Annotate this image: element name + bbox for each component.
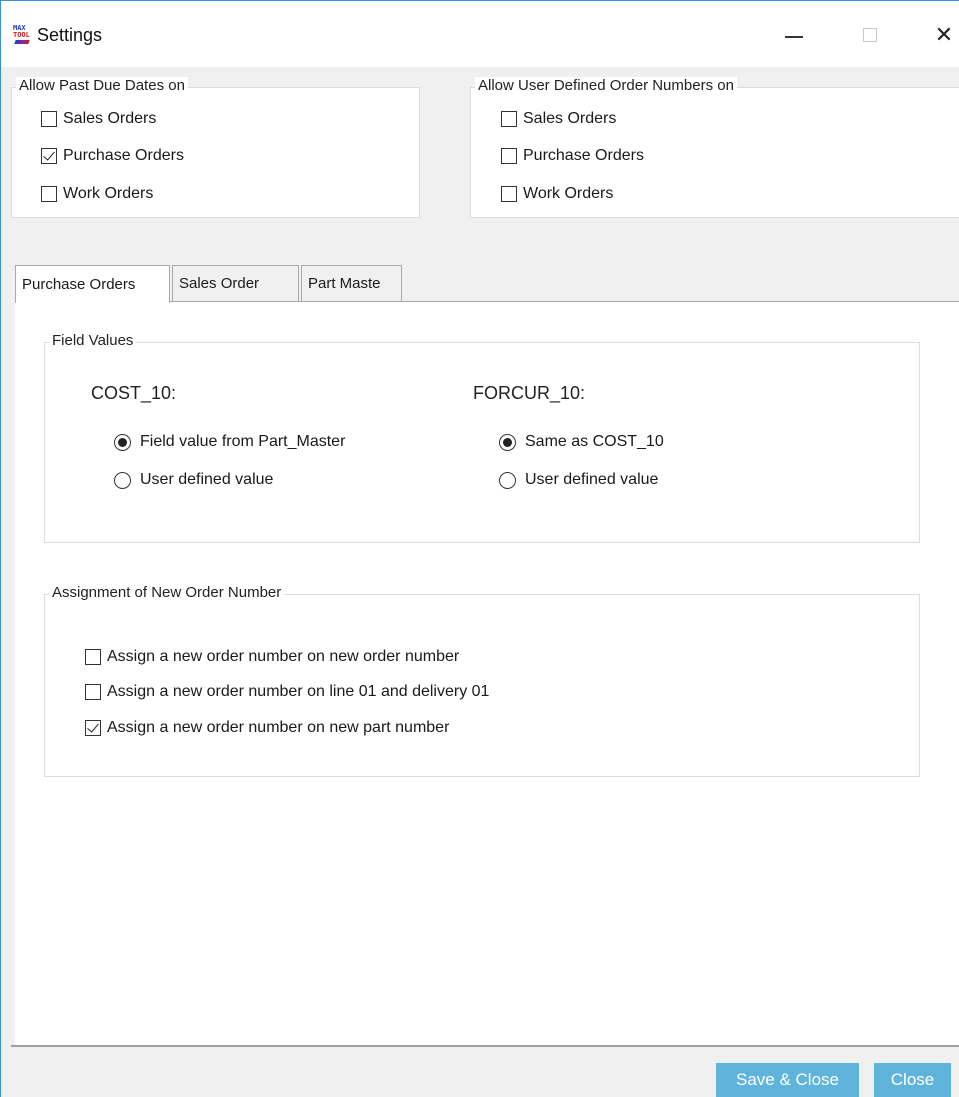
radio-label: Same as COST_10	[525, 433, 664, 450]
minimize-icon	[785, 36, 803, 38]
settings-window: MAX TOOL Settings ✕ Allow Past Due Dates…	[0, 0, 959, 1097]
past-due-group: Allow Past Due Dates on Sales Orders Pur…	[11, 77, 420, 218]
maxtool-logo-icon: MAX TOOL	[13, 25, 31, 45]
radio-button[interactable]	[499, 433, 516, 451]
close-icon: ✕	[934, 22, 954, 47]
user-defined-order-numbers-group: Allow User Defined Order Numbers on Sale…	[470, 77, 959, 218]
past-due-sales-orders-checkbox[interactable]: Sales Orders	[41, 110, 156, 128]
title-bar: MAX TOOL Settings ✕	[1, 1, 959, 67]
checkbox-label: Work Orders	[523, 185, 614, 202]
radio-button[interactable]	[114, 433, 131, 451]
checkbox-label: Purchase Orders	[63, 147, 184, 164]
checkbox-box[interactable]	[501, 186, 517, 202]
assignment-group-title: Assignment of New Order Number	[49, 584, 285, 601]
checkbox-label: Sales Orders	[523, 110, 617, 127]
checkbox-label: Assign a new order number on new order n…	[107, 648, 460, 665]
checkbox-box[interactable]	[41, 111, 57, 127]
tab-part-master[interactable]: Part Maste	[301, 265, 402, 301]
checkbox-label: Assign a new order number on line 01 and…	[107, 683, 490, 700]
forcur-10-label: FORCUR_10:	[473, 383, 586, 403]
purchase-orders-tab-panel: Field Values COST_10: Field value from P…	[15, 301, 959, 1046]
assign-new-part-number-checkbox[interactable]: Assign a new order number on new part nu…	[85, 719, 449, 737]
user-defined-purchase-orders-checkbox[interactable]: Purchase Orders	[501, 147, 644, 165]
field-values-group-title: Field Values	[49, 332, 137, 349]
checkbox-box[interactable]	[85, 684, 101, 700]
forcur-same-as-cost-radio[interactable]: Same as COST_10	[499, 433, 664, 451]
window-title: Settings	[37, 25, 103, 45]
user-defined-group-title: Allow User Defined Order Numbers on	[475, 77, 737, 94]
minimize-button[interactable]	[771, 15, 817, 55]
footer-divider	[11, 1045, 959, 1047]
maximize-button[interactable]	[847, 15, 893, 55]
assignment-group: Assignment of New Order Number Assign a …	[44, 584, 920, 777]
checkbox-box[interactable]	[41, 186, 57, 202]
checkbox-label: Assign a new order number on new part nu…	[107, 719, 450, 736]
maximize-icon	[863, 28, 877, 42]
close-window-button[interactable]: ✕	[921, 15, 959, 55]
radio-label: User defined value	[525, 471, 659, 488]
radio-label: Field value from Part_Master	[140, 433, 346, 450]
tab-sales-order[interactable]: Sales Order	[172, 265, 299, 301]
tab-purchase-orders[interactable]: Purchase Orders	[15, 265, 170, 303]
checkbox-box[interactable]	[501, 148, 517, 164]
checkbox-label: Sales Orders	[63, 110, 157, 127]
past-due-group-title: Allow Past Due Dates on	[16, 77, 188, 94]
cost-field-value-radio[interactable]: Field value from Part_Master	[114, 433, 345, 451]
past-due-purchase-orders-checkbox[interactable]: Purchase Orders	[41, 147, 184, 165]
cost-user-defined-radio[interactable]: User defined value	[114, 471, 273, 489]
radio-button[interactable]	[499, 471, 516, 489]
save-and-close-button[interactable]: Save & Close	[716, 1063, 859, 1097]
radio-label: User defined value	[140, 471, 274, 488]
field-values-group: Field Values COST_10: Field value from P…	[44, 332, 920, 543]
checkbox-box[interactable]	[41, 148, 57, 164]
assign-line-delivery-checkbox[interactable]: Assign a new order number on line 01 and…	[85, 683, 489, 701]
close-button[interactable]: Close	[874, 1063, 951, 1097]
user-defined-work-orders-checkbox[interactable]: Work Orders	[501, 185, 613, 203]
checkbox-label: Purchase Orders	[523, 147, 644, 164]
checkbox-box[interactable]	[85, 649, 101, 665]
forcur-user-defined-radio[interactable]: User defined value	[499, 471, 658, 489]
assign-new-order-number-checkbox[interactable]: Assign a new order number on new order n…	[85, 648, 459, 666]
cost-10-label: COST_10:	[91, 383, 177, 403]
user-defined-sales-orders-checkbox[interactable]: Sales Orders	[501, 110, 616, 128]
past-due-work-orders-checkbox[interactable]: Work Orders	[41, 185, 153, 203]
checkbox-box[interactable]	[501, 111, 517, 127]
radio-button[interactable]	[114, 471, 131, 489]
checkbox-label: Work Orders	[63, 185, 154, 202]
checkbox-box[interactable]	[85, 720, 101, 736]
